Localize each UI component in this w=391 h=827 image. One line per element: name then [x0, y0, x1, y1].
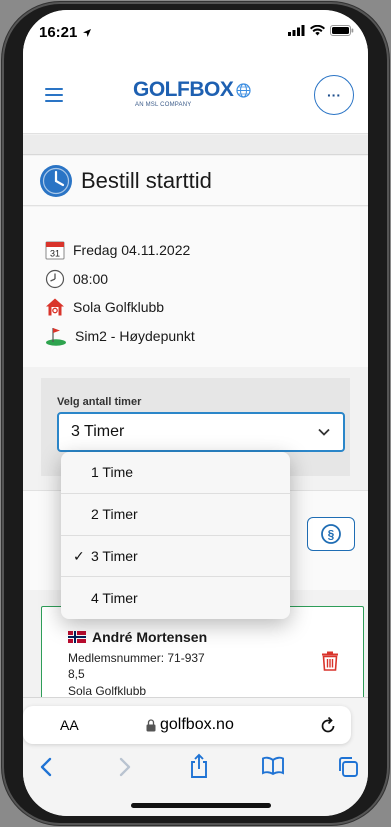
hours-option-1[interactable]: 1 Time — [61, 452, 290, 494]
screen: 16:21 GOLFBOX AN MSL COMPANY ··· Bestill… — [23, 10, 368, 816]
logo-subtitle: AN MSL COMPANY — [135, 102, 192, 108]
safari-toolbar: AA golfbox.no — [23, 697, 368, 816]
app-header: GOLFBOX AN MSL COMPANY ··· — [23, 54, 368, 134]
checkmark-icon: ✓ — [73, 547, 85, 564]
payment-button[interactable]: § — [307, 517, 355, 551]
home-indicator — [131, 803, 271, 808]
booking-course: Sim2 - Høydepunkt — [75, 328, 195, 344]
status-time: 16:21 — [39, 24, 92, 41]
hours-option-2[interactable]: 2 Timer — [61, 494, 290, 536]
clock-icon — [40, 164, 72, 197]
booking-time-row: 08:00 — [45, 269, 108, 289]
player-club: Sola Golfklubb — [68, 684, 147, 698]
chevron-down-icon — [318, 428, 330, 436]
booking-time: 08:00 — [73, 271, 109, 287]
norway-flag-icon — [68, 631, 86, 643]
hours-option-3[interactable]: ✓ 3 Timer — [61, 536, 290, 578]
svg-text:31: 31 — [50, 249, 60, 259]
bookmarks-icon[interactable] — [261, 756, 285, 776]
hours-option-4[interactable]: 4 Timer — [61, 577, 290, 619]
clubhouse-icon — [46, 298, 64, 316]
battery-icon — [330, 25, 354, 36]
player-handicap: 8,5 — [68, 667, 85, 681]
status-icons — [288, 25, 354, 36]
booking-club-row: Sola Golfklubb — [45, 297, 164, 317]
safari-nav-row — [23, 753, 368, 786]
header-spacer — [23, 135, 368, 155]
wifi-icon — [310, 25, 325, 36]
hours-select[interactable]: 3 Timer — [57, 412, 345, 452]
player-card: André Mortensen Medlemsnummer: 71-937 8,… — [41, 606, 364, 711]
reload-icon[interactable] — [319, 715, 337, 735]
player-name-row: André Mortensen — [68, 629, 207, 645]
booking-info: 31 Fredag 04.11.2022 08:00 Sola Golfklub… — [23, 207, 368, 367]
globe-icon — [236, 82, 251, 98]
player-name: André Mortensen — [92, 629, 208, 645]
hours-dropdown: 1 Time 2 Timer ✓ 3 Timer 4 Timer — [61, 452, 290, 619]
page-title-row: Bestill starttid — [23, 156, 368, 206]
lock-icon — [146, 718, 156, 731]
signal-icon — [288, 25, 305, 36]
reader-button[interactable]: AA — [60, 717, 79, 733]
url-display[interactable]: golfbox.no — [146, 716, 234, 734]
page-title: Bestill starttid — [81, 167, 212, 193]
svg-text:§: § — [328, 528, 335, 542]
booking-date-row: 31 Fredag 04.11.2022 — [45, 240, 190, 260]
share-icon[interactable] — [189, 753, 209, 779]
status-bar: 16:21 — [23, 10, 368, 54]
time-icon — [45, 269, 65, 289]
ellipsis-icon: ··· — [327, 87, 341, 103]
hours-select-value: 3 Timer — [71, 423, 125, 440]
more-options-button[interactable]: ··· — [314, 75, 354, 115]
golfbox-logo[interactable]: GOLFBOX AN MSL COMPANY — [133, 78, 251, 108]
menu-icon[interactable] — [45, 88, 63, 102]
booking-date: Fredag 04.11.2022 — [73, 242, 191, 258]
tabs-icon[interactable] — [337, 756, 359, 778]
booking-club: Sola Golfklubb — [73, 299, 165, 315]
location-arrow-icon — [82, 29, 91, 37]
forward-icon[interactable] — [118, 756, 132, 778]
back-icon[interactable] — [39, 756, 53, 778]
dollar-circle-icon: § — [321, 524, 341, 544]
booking-course-row: Sim2 - Høydepunkt — [45, 326, 195, 346]
calendar-icon: 31 — [45, 241, 65, 260]
address-bar[interactable]: AA golfbox.no — [23, 706, 351, 744]
player-member-number: Medlemsnummer: 71-937 — [68, 651, 205, 665]
golf-flag-icon — [46, 328, 66, 346]
hours-select-label: Velg antall timer — [57, 396, 142, 408]
trash-icon[interactable] — [321, 651, 339, 671]
